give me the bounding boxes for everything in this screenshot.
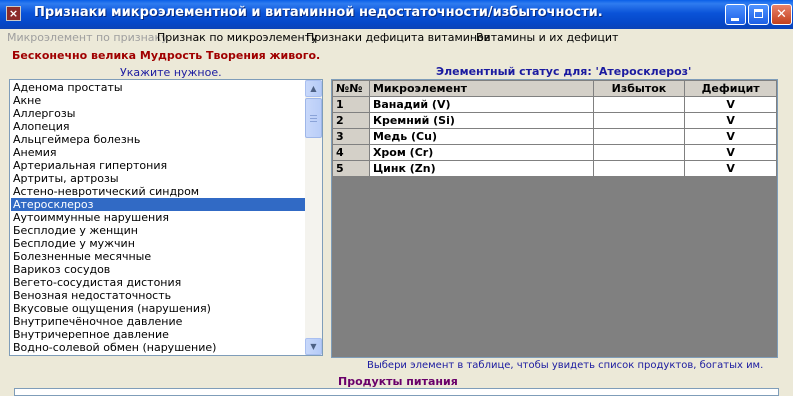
row-number-cell[interactable]: 2: [332, 112, 370, 129]
table-row[interactable]: 3 Медь (Cu) V: [332, 128, 777, 145]
table-row[interactable]: 1 Ванадий (V) V: [332, 96, 777, 113]
excess-cell[interactable]: [592, 96, 686, 113]
close-button[interactable]: ✕: [771, 4, 792, 25]
element-cell[interactable]: Кремний (Si): [368, 112, 594, 129]
element-cell[interactable]: Хром (Cr): [368, 144, 594, 161]
list-item[interactable]: Артриты, артрозы: [11, 172, 305, 185]
window-title: Признаки микроэлементной и витаминной не…: [34, 5, 603, 20]
app-icon[interactable]: ×: [6, 6, 21, 21]
excess-cell[interactable]: [592, 160, 686, 177]
row-number-cell[interactable]: 3: [332, 128, 370, 145]
chevron-down-icon: ▼: [310, 342, 317, 351]
table-hint: Выбери элемент в таблице, чтобы увидеть …: [367, 360, 764, 371]
menu-vitamins-and-deficiency[interactable]: Витамины и их дефицит: [476, 31, 618, 44]
products-title: Продукты питания: [338, 375, 458, 388]
list-item[interactable]: Венозная недостаточность: [11, 289, 305, 302]
deficit-cell[interactable]: V: [684, 128, 777, 145]
element-status-grid[interactable]: №№ Микроэлемент Избыток Дефицит 1 Ванадий…: [331, 79, 778, 358]
menu-element-by-symptom[interactable]: Микроэлемент по признаку: [7, 31, 168, 44]
maximize-button[interactable]: [748, 4, 769, 25]
column-header-deficit[interactable]: Дефицит: [684, 80, 777, 97]
grip-line: [310, 121, 317, 122]
menu-symptom-by-element[interactable]: Признак по микроэлементу: [157, 31, 318, 44]
maximize-icon: [754, 9, 763, 18]
products-panel[interactable]: [14, 388, 779, 396]
table-row[interactable]: 5 Цинк (Zn) V: [332, 160, 777, 177]
minimize-icon: [731, 18, 739, 21]
chevron-up-icon: ▲: [310, 84, 317, 93]
grip-line: [310, 115, 317, 116]
deficit-cell[interactable]: V: [684, 96, 777, 113]
scroll-down-button[interactable]: ▼: [305, 338, 322, 355]
list-item[interactable]: Астено-невротический синдром: [11, 185, 305, 198]
list-item[interactable]: Бесплодие у мужчин: [11, 237, 305, 250]
motto-label: Бесконечно велика Мудрость Творения живо…: [12, 49, 321, 62]
scrollbar-thumb[interactable]: [305, 98, 322, 138]
list-item[interactable]: Акне: [11, 94, 305, 107]
list-item[interactable]: Вкусовые ощущения (нарушения): [11, 302, 305, 315]
row-number-cell[interactable]: 4: [332, 144, 370, 161]
list-item[interactable]: Аллергозы: [11, 107, 305, 120]
element-cell[interactable]: Медь (Cu): [368, 128, 594, 145]
status-title: Элементный статус для: 'Атеросклероз': [436, 65, 692, 78]
list-item[interactable]: Внутрипечёночное давление: [11, 315, 305, 328]
deficit-cell[interactable]: V: [684, 112, 777, 129]
list-item[interactable]: Бесплодие у женщин: [11, 224, 305, 237]
list-item[interactable]: Варикоз сосудов: [11, 263, 305, 276]
column-header-number[interactable]: №№: [332, 80, 370, 97]
list-item[interactable]: Алопеция: [11, 120, 305, 133]
list-item[interactable]: Анемия: [11, 146, 305, 159]
column-header-element[interactable]: Микроэлемент: [368, 80, 594, 97]
element-cell[interactable]: Ванадий (V): [368, 96, 594, 113]
deficit-cell[interactable]: V: [684, 160, 777, 177]
minimize-button[interactable]: [725, 4, 746, 25]
grip-line: [310, 118, 317, 119]
conditions-list: Аденома простаты Акне Аллергозы Алопеция Аль…: [11, 81, 305, 354]
close-icon: ✕: [776, 7, 787, 22]
conditions-listbox[interactable]: Аденома простаты Акне Аллергозы Алопеция Аль…: [9, 79, 323, 356]
list-item[interactable]: Артериальная гипертония: [11, 159, 305, 172]
excess-cell[interactable]: [592, 144, 686, 161]
scroll-up-button[interactable]: ▲: [305, 80, 322, 97]
list-item[interactable]: Аденома простаты: [11, 81, 305, 94]
list-hint: Укажите нужное.: [120, 66, 222, 79]
excess-cell[interactable]: [592, 112, 686, 129]
deficit-cell[interactable]: V: [684, 144, 777, 161]
list-item[interactable]: Аутоиммунные нарушения: [11, 211, 305, 224]
column-header-excess[interactable]: Избыток: [592, 80, 686, 97]
list-item[interactable]: Вегето-сосудистая дистония: [11, 276, 305, 289]
element-cell[interactable]: Цинк (Zn): [368, 160, 594, 177]
vertical-scrollbar[interactable]: ▲ ▼: [305, 80, 322, 355]
list-item[interactable]: Атеросклероз: [11, 198, 305, 211]
table-row[interactable]: 4 Хром (Cr) V: [332, 144, 777, 161]
menu-bar: Микроэлемент по признаку Признак по микр…: [0, 29, 793, 46]
list-item[interactable]: Внутричерепное давление: [11, 328, 305, 341]
title-bar[interactable]: × Признаки микроэлементной и витаминной …: [0, 0, 793, 29]
row-number-cell[interactable]: 5: [332, 160, 370, 177]
list-item[interactable]: Болезненные месячные: [11, 250, 305, 263]
list-item[interactable]: Водно-солевой обмен (нарушение): [11, 341, 305, 354]
table-row[interactable]: 2 Кремний (Si) V: [332, 112, 777, 129]
menu-vitamin-deficiency-signs[interactable]: Признаки дефицита витаминов: [306, 31, 490, 44]
grid-header-row: №№ Микроэлемент Избыток Дефицит: [332, 80, 777, 97]
excess-cell[interactable]: [592, 128, 686, 145]
row-number-cell[interactable]: 1: [332, 96, 370, 113]
list-item[interactable]: Альцгеймера болезнь: [11, 133, 305, 146]
